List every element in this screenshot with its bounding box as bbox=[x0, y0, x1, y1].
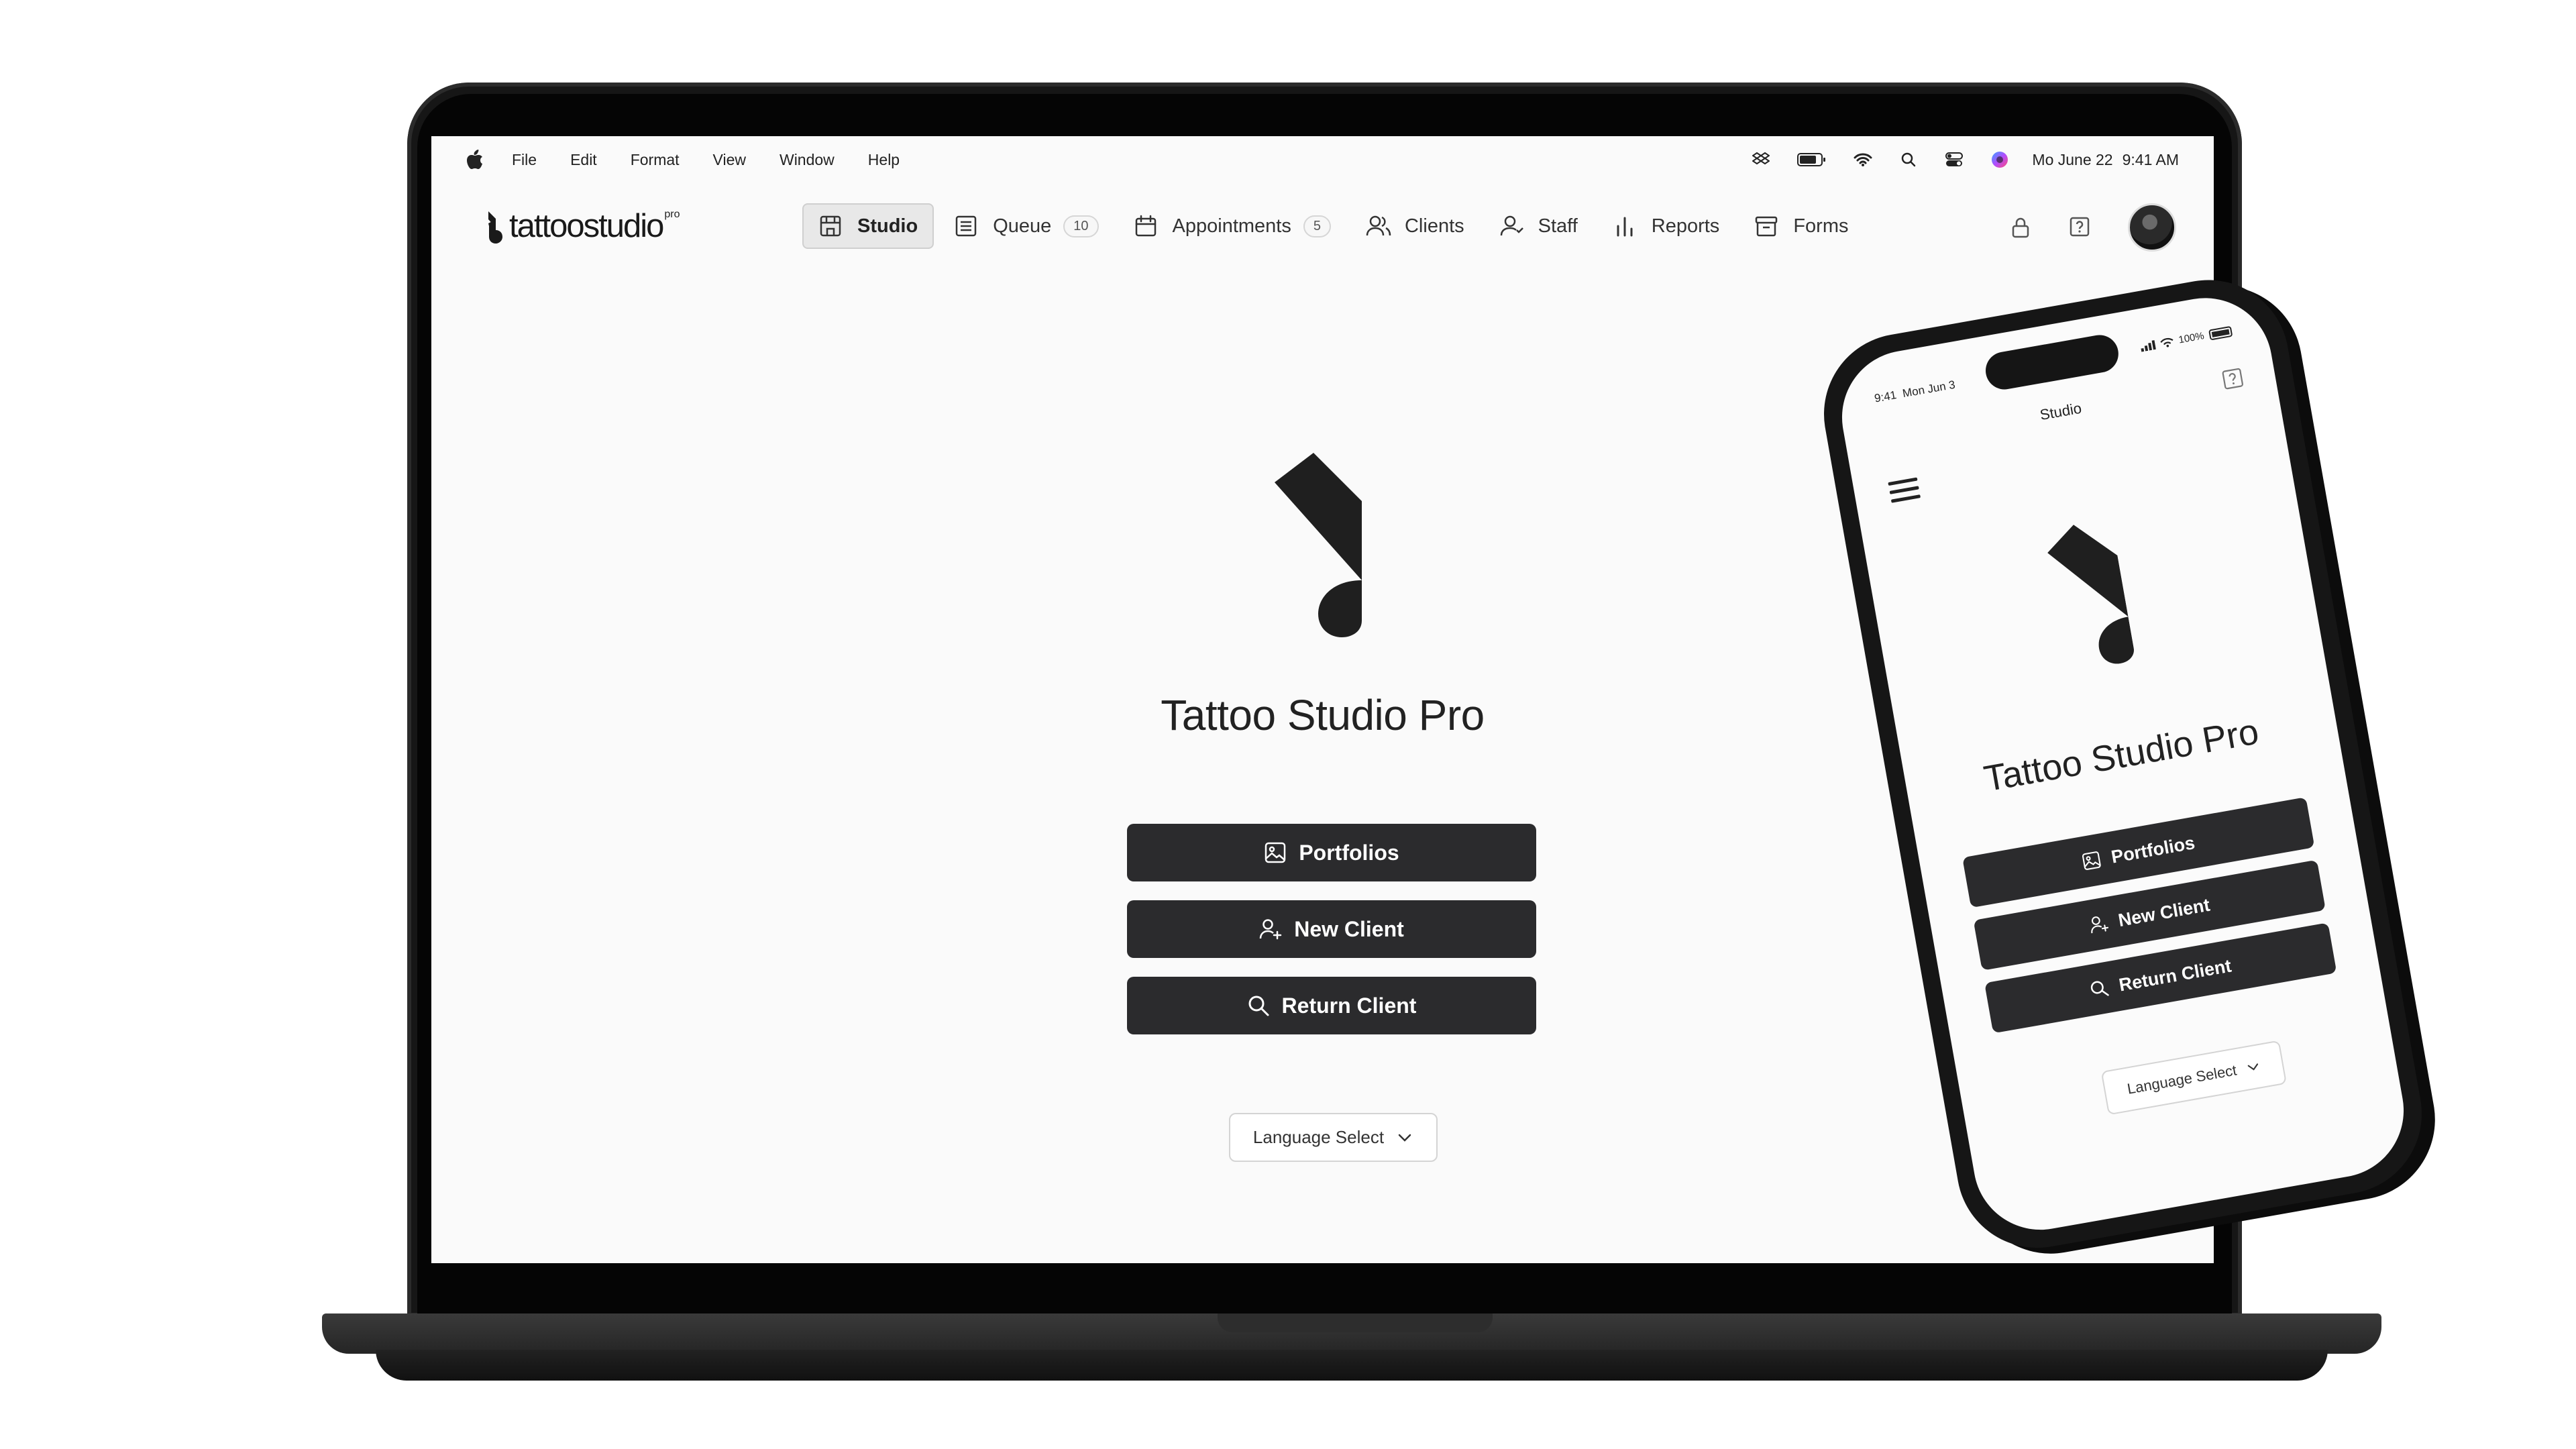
portfolios-label: Portfolios bbox=[1299, 840, 1399, 865]
nav-appointments-label: Appointments bbox=[1172, 215, 1291, 237]
chevron-down-icon bbox=[2247, 1063, 2258, 1071]
menu-view[interactable]: View bbox=[713, 151, 746, 169]
menu-file[interactable]: File bbox=[512, 151, 537, 169]
logo-superscript: pro bbox=[664, 209, 680, 220]
nav-reports[interactable]: Reports bbox=[1598, 203, 1735, 249]
nav-staff-label: Staff bbox=[1538, 215, 1578, 237]
image-icon bbox=[1264, 841, 1288, 865]
dropbox-icon[interactable] bbox=[1752, 150, 1770, 169]
brand-mark-icon bbox=[2047, 525, 2134, 664]
phone-language-select-label: Language Select bbox=[2126, 1061, 2238, 1097]
logo-wordmark: tattoostudio bbox=[509, 208, 664, 244]
user-plus-icon bbox=[1259, 917, 1283, 941]
menu-format[interactable]: Format bbox=[631, 151, 680, 169]
help-icon[interactable] bbox=[2069, 216, 2092, 239]
main-nav: Studio Queue 10 Appointments 5 Clients S… bbox=[802, 203, 1868, 249]
wifi-icon[interactable] bbox=[1854, 150, 1872, 169]
app-navbar: tattoostudio pro Studio Queue 10 Appoint… bbox=[431, 194, 2214, 258]
queue-count-badge: 10 bbox=[1063, 215, 1099, 237]
phone-language-select[interactable]: Language Select bbox=[2100, 1040, 2288, 1116]
nav-staff[interactable]: Staff bbox=[1485, 203, 1593, 249]
phone-status-right: 100% bbox=[2139, 325, 2233, 353]
apple-icon[interactable] bbox=[466, 150, 486, 170]
laptop-base-bottom bbox=[376, 1350, 2328, 1381]
phone-new-client-label: New Client bbox=[2116, 894, 2212, 930]
dynamic-island bbox=[1982, 332, 2122, 392]
nav-queue-label: Queue bbox=[993, 215, 1052, 237]
calendar-icon bbox=[1134, 213, 1159, 239]
bar-chart-icon bbox=[1613, 213, 1638, 239]
users-icon bbox=[1366, 213, 1391, 239]
cellular-icon bbox=[2140, 339, 2156, 352]
menu-help[interactable]: Help bbox=[868, 151, 900, 169]
nav-forms-label: Forms bbox=[1793, 215, 1849, 237]
menubar-time: 9:41 AM bbox=[2122, 150, 2179, 168]
language-select[interactable]: Language Select bbox=[1229, 1113, 1438, 1162]
archive-box-icon bbox=[1754, 213, 1780, 239]
logo-mark-icon bbox=[488, 211, 502, 244]
hamburger-menu-icon[interactable] bbox=[1888, 477, 1921, 506]
search-icon bbox=[1247, 994, 1271, 1018]
list-icon bbox=[954, 213, 979, 239]
nav-reports-label: Reports bbox=[1651, 215, 1720, 237]
phone-battery-percent: 100% bbox=[2178, 330, 2205, 346]
help-icon[interactable] bbox=[2221, 367, 2245, 390]
nav-queue[interactable]: Queue 10 bbox=[939, 203, 1113, 249]
chevron-down-icon bbox=[1398, 1134, 1411, 1142]
search-icon bbox=[2088, 977, 2112, 1000]
portfolios-button[interactable]: Portfolios bbox=[1127, 824, 1536, 881]
spotlight-search-icon[interactable] bbox=[1899, 150, 1918, 169]
phone-return-client-label: Return Client bbox=[2117, 955, 2233, 995]
return-client-button[interactable]: Return Client bbox=[1127, 977, 1536, 1034]
new-client-button[interactable]: New Client bbox=[1127, 900, 1536, 958]
image-icon bbox=[2080, 849, 2104, 872]
return-client-label: Return Client bbox=[1281, 993, 1417, 1018]
wifi-icon bbox=[2159, 337, 2174, 347]
user-plus-icon bbox=[2088, 912, 2111, 936]
nav-studio-label: Studio bbox=[857, 215, 918, 237]
laptop-trackpad-notch bbox=[1218, 1313, 1493, 1332]
menubar-date: Mo June 22 bbox=[2032, 150, 2113, 168]
lock-icon[interactable] bbox=[2010, 216, 2033, 239]
avatar[interactable] bbox=[2128, 203, 2176, 252]
app-logo[interactable]: tattoostudio pro bbox=[486, 207, 680, 245]
staff-icon bbox=[1499, 213, 1525, 239]
menu-edit[interactable]: Edit bbox=[570, 151, 597, 169]
phone-status-time: 9:41 Mon Jun 3 bbox=[1873, 378, 1957, 405]
storefront-icon bbox=[818, 213, 844, 239]
nav-appointments[interactable]: Appointments 5 bbox=[1119, 203, 1346, 249]
battery-icon[interactable] bbox=[1797, 150, 1827, 169]
phone-page-title: Tattoo Studio Pro bbox=[1981, 711, 2262, 800]
new-client-label: New Client bbox=[1294, 916, 1404, 941]
control-center-icon[interactable] bbox=[1945, 150, 1964, 169]
language-select-label: Language Select bbox=[1252, 1127, 1385, 1147]
nav-clients[interactable]: Clients bbox=[1351, 203, 1479, 249]
brand-mark-icon bbox=[1275, 453, 1362, 637]
mac-menubar: File Edit Format View Window Help Mo Jun… bbox=[431, 136, 2214, 183]
nav-studio[interactable]: Studio bbox=[802, 203, 934, 249]
nav-clients-label: Clients bbox=[1404, 215, 1464, 237]
phone-status-date: Mon Jun 3 bbox=[1901, 378, 1957, 400]
nav-forms[interactable]: Forms bbox=[1739, 203, 1863, 249]
phone-portfolios-label: Portfolios bbox=[2109, 832, 2196, 867]
menubar-status-area: Mo June 22 9:41 AM bbox=[1752, 150, 2179, 169]
menu-window[interactable]: Window bbox=[780, 151, 835, 169]
nav-right-actions bbox=[2010, 203, 2176, 252]
siri-icon[interactable] bbox=[1990, 150, 2009, 169]
battery-icon bbox=[2208, 325, 2233, 341]
appointments-count-badge: 5 bbox=[1303, 215, 1331, 237]
